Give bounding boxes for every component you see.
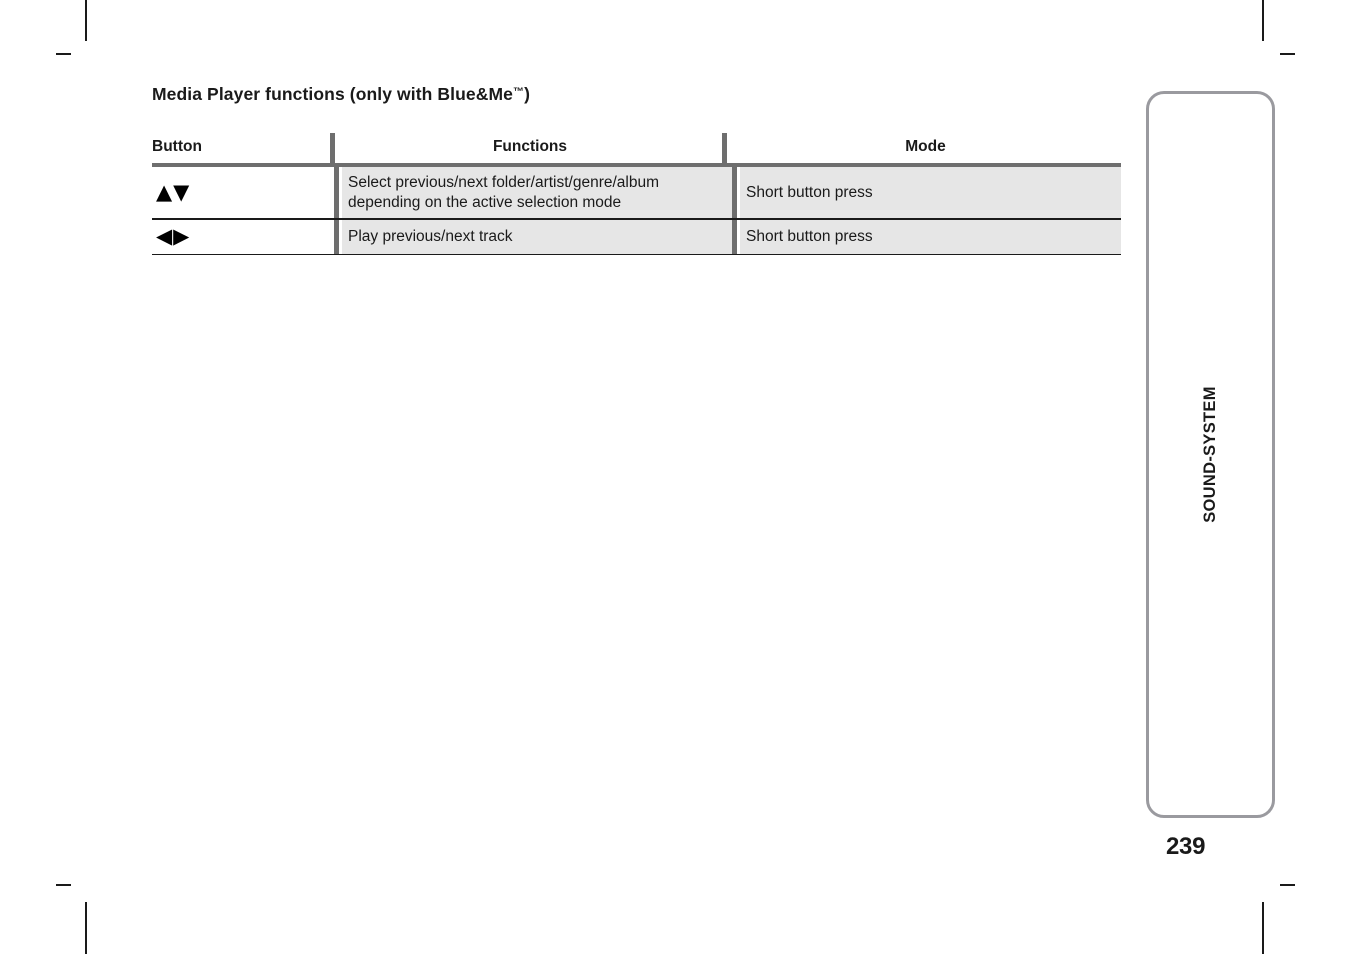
table-bottom-rule [152, 253, 1121, 255]
column-header-functions: Functions [492, 138, 568, 155]
column-header-mode: Mode [905, 138, 946, 155]
crop-mark-bottom-left-vertical [85, 902, 87, 954]
crop-mark-top-right-horizontal [1280, 53, 1295, 55]
chapter-tab-box [1146, 91, 1275, 818]
crop-mark-top-left-horizontal [56, 53, 71, 55]
function-text-line-1: Select previous/next folder/artist/genre… [348, 173, 660, 191]
page-title: Media Player functions (only with Blue&M… [152, 84, 530, 105]
crop-mark-top-left-vertical [85, 0, 87, 41]
function-cell: Play previous/next track [342, 219, 732, 254]
table-row: ▲▼ Select previous/next folder/artist/ge… [152, 167, 1121, 218]
function-text-line-1: Play previous/next track [348, 227, 513, 245]
table-row: ◀▶ Play previous/next track Short button… [152, 219, 1121, 254]
media-player-functions-table: Button Functions Mode ▲▼ Select previous… [152, 133, 1121, 255]
crop-mark-bottom-right-horizontal [1280, 884, 1295, 886]
page-title-close-paren: ) [524, 84, 530, 104]
crop-mark-top-right-vertical [1262, 0, 1264, 41]
crop-mark-bottom-right-vertical [1262, 902, 1264, 954]
triangle-up-down-icons: ▲▼ [156, 180, 191, 204]
page-title-text: Media Player functions (only with Blue&M… [152, 84, 513, 104]
page-number: 239 [1166, 833, 1206, 860]
column-header-button: Button [152, 133, 330, 163]
mode-cell: Short button press [740, 219, 1121, 254]
triangle-left-right-icons: ◀▶ [156, 224, 191, 248]
mode-cell: Short button press [740, 167, 1121, 218]
crop-mark-bottom-left-horizontal [56, 884, 71, 886]
function-text: Select previous/next folder/artist/genre… [348, 173, 659, 213]
function-text-line-2: depending on the active selection mode [348, 193, 622, 211]
button-cell: ▲▼ [152, 167, 334, 218]
trademark-icon: ™ [512, 86, 525, 99]
button-cell: ◀▶ [152, 219, 334, 254]
function-cell: Select previous/next folder/artist/genre… [342, 167, 732, 218]
table-header-row: Button Functions Mode [152, 133, 1121, 163]
